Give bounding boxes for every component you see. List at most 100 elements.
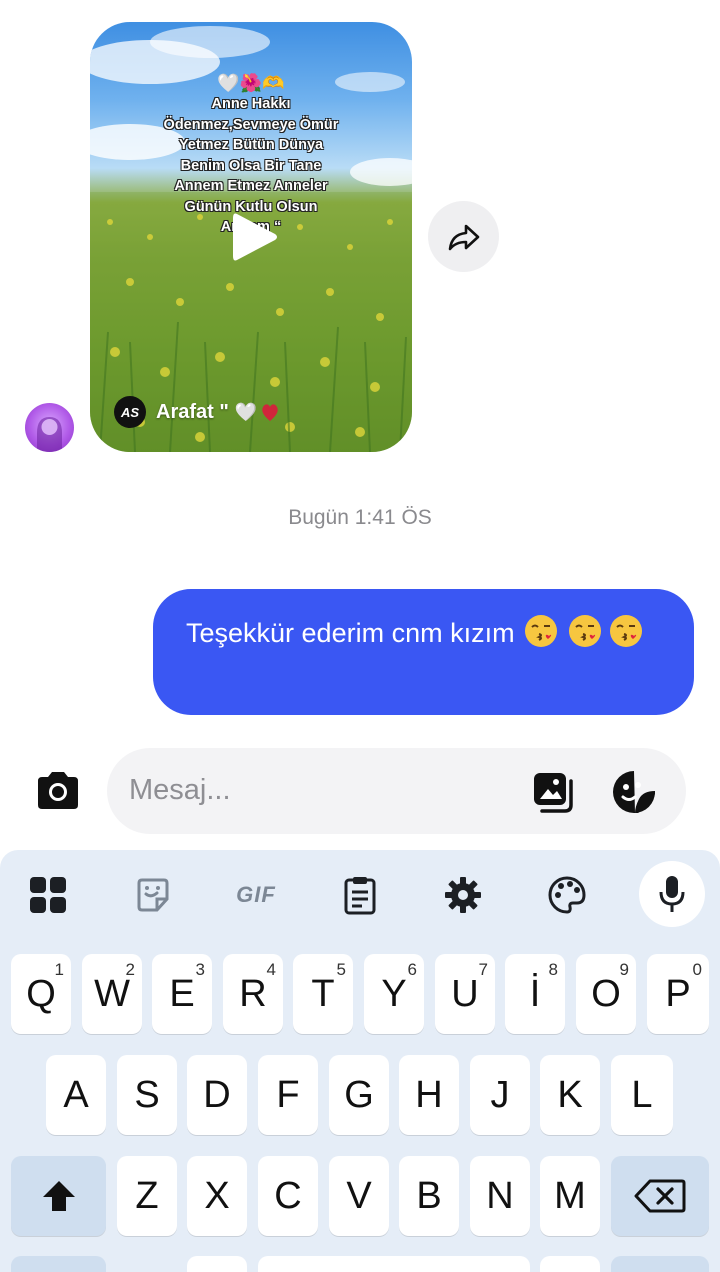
reel-caption-line: Benim Olsa Bir Tane bbox=[180, 157, 322, 174]
key-label: Y bbox=[381, 972, 407, 1015]
shift-arrow-icon bbox=[42, 1181, 75, 1211]
key-hint: 8 bbox=[548, 960, 558, 979]
space-key[interactable] bbox=[258, 1256, 530, 1272]
enter-key[interactable] bbox=[611, 1256, 709, 1272]
key-hint: 9 bbox=[619, 960, 629, 979]
reel-caption-line: Annem Etmez Anneler bbox=[174, 178, 328, 194]
sticker-keyboard-icon[interactable] bbox=[130, 872, 176, 918]
key-label: M bbox=[554, 1174, 586, 1217]
key-n[interactable]: N bbox=[470, 1156, 530, 1236]
key-label: N bbox=[486, 1174, 514, 1217]
key-label: E bbox=[169, 972, 195, 1015]
theme-palette-icon[interactable] bbox=[544, 872, 590, 918]
key-l[interactable]: L bbox=[611, 1055, 673, 1135]
key-v[interactable]: V bbox=[329, 1156, 389, 1236]
key-label: G bbox=[344, 1073, 374, 1116]
key-label: K bbox=[557, 1073, 583, 1116]
period-key[interactable] bbox=[540, 1256, 600, 1272]
reel-author[interactable]: AS Arafat " 🤍 bbox=[114, 396, 279, 428]
backspace-icon bbox=[634, 1179, 686, 1213]
key-label: F bbox=[276, 1073, 300, 1116]
message-field[interactable] bbox=[107, 748, 686, 834]
reel-caption-line: Ödenmez,Sevmeye Ömür bbox=[163, 116, 339, 133]
key-o[interactable]: O9 bbox=[576, 954, 636, 1034]
microphone-button[interactable] bbox=[639, 861, 705, 927]
key-label: D bbox=[203, 1073, 231, 1116]
key-a[interactable]: A bbox=[46, 1055, 106, 1135]
author-avatar-badge: AS bbox=[114, 396, 146, 428]
gif-button[interactable]: GIF bbox=[226, 872, 286, 918]
key-hint: 4 bbox=[266, 960, 276, 979]
comma-key[interactable] bbox=[187, 1256, 247, 1272]
backspace-key[interactable] bbox=[611, 1156, 709, 1236]
key-y[interactable]: Y6 bbox=[364, 954, 424, 1034]
message-timestamp: Bugün 1:41 ÖS bbox=[288, 506, 432, 529]
share-button[interactable] bbox=[428, 201, 499, 272]
camera-icon[interactable] bbox=[34, 769, 82, 813]
key-label: Q bbox=[26, 972, 56, 1015]
key-hint: 3 bbox=[195, 960, 205, 979]
key-p[interactable]: P0 bbox=[647, 954, 709, 1034]
reel-caption-emojis: 🤍🌺🫶 bbox=[217, 73, 285, 93]
key-b[interactable]: B bbox=[399, 1156, 459, 1236]
numbers-key[interactable] bbox=[11, 1256, 106, 1272]
shared-reel-card[interactable]: 🤍🌺🫶 Anne Hakkı Ödenmez,Sevmeye Ömür Yetm… bbox=[90, 22, 412, 452]
key-label: U bbox=[451, 972, 479, 1015]
key-u[interactable]: U7 bbox=[435, 954, 495, 1034]
kiss-face-emoji-icon bbox=[525, 615, 558, 647]
key-z[interactable]: Z bbox=[117, 1156, 177, 1236]
key-r[interactable]: R4 bbox=[223, 954, 283, 1034]
sticker-icon[interactable] bbox=[611, 769, 657, 815]
key-q[interactable]: Q1 bbox=[11, 954, 71, 1034]
keyboard-toolbar: GIF bbox=[0, 860, 720, 930]
key-label: O bbox=[591, 972, 621, 1015]
key-label: P bbox=[665, 972, 691, 1015]
author-name: Arafat " bbox=[156, 400, 229, 423]
key-hint: 7 bbox=[478, 960, 488, 979]
key-j[interactable]: J bbox=[470, 1055, 530, 1135]
key-hint: 0 bbox=[692, 960, 702, 979]
key-g[interactable]: G bbox=[329, 1055, 389, 1135]
play-icon[interactable] bbox=[231, 210, 279, 264]
key-label: R bbox=[239, 972, 267, 1015]
key-label: B bbox=[416, 1174, 442, 1217]
key-m[interactable]: M bbox=[540, 1156, 600, 1236]
kiss-face-emoji-icon bbox=[568, 615, 601, 647]
key-e[interactable]: E3 bbox=[152, 954, 212, 1034]
settings-gear-icon[interactable] bbox=[440, 872, 486, 918]
key-label: L bbox=[631, 1073, 653, 1116]
key-hint: 2 bbox=[125, 960, 135, 979]
key-i-dotted[interactable]: İ8 bbox=[505, 954, 565, 1034]
key-t[interactable]: T5 bbox=[293, 954, 353, 1034]
key-label: T bbox=[311, 972, 335, 1015]
shift-key[interactable] bbox=[11, 1156, 106, 1236]
key-w[interactable]: W2 bbox=[82, 954, 142, 1034]
key-label: V bbox=[346, 1174, 372, 1217]
key-x[interactable]: X bbox=[187, 1156, 247, 1236]
key-label: Z bbox=[135, 1174, 159, 1217]
key-h[interactable]: H bbox=[399, 1055, 459, 1135]
key-c[interactable]: C bbox=[258, 1156, 318, 1236]
reel-caption-line: Yetmez Bütün Dünya bbox=[178, 137, 324, 153]
key-f[interactable]: F bbox=[258, 1055, 318, 1135]
clipboard-icon[interactable] bbox=[337, 872, 383, 918]
microphone-icon bbox=[659, 876, 685, 912]
outgoing-message-bubble[interactable]: Teşekkür ederim cnm kızım bbox=[153, 589, 694, 715]
key-label: X bbox=[204, 1174, 230, 1217]
key-d[interactable]: D bbox=[187, 1055, 247, 1135]
message-composer bbox=[0, 746, 720, 838]
reel-caption-line: Anne Hakkı bbox=[211, 96, 291, 112]
author-heart-emoji: 🤍 bbox=[234, 401, 258, 422]
sender-avatar[interactable] bbox=[25, 403, 74, 452]
key-k[interactable]: K bbox=[540, 1055, 600, 1135]
gallery-icon[interactable] bbox=[531, 770, 577, 814]
key-label: A bbox=[63, 1073, 89, 1116]
apps-grid-icon[interactable] bbox=[25, 872, 71, 918]
message-input[interactable] bbox=[129, 770, 509, 810]
chat-screen: 🤍🌺🫶 Anne Hakkı Ödenmez,Sevmeye Ömür Yetm… bbox=[0, 0, 720, 1272]
outgoing-message-text: Teşekkür ederim cnm kızım bbox=[186, 618, 515, 648]
key-label: İ bbox=[529, 972, 541, 1015]
key-label: J bbox=[490, 1073, 510, 1116]
key-label: C bbox=[274, 1174, 302, 1217]
key-s[interactable]: S bbox=[117, 1055, 177, 1135]
